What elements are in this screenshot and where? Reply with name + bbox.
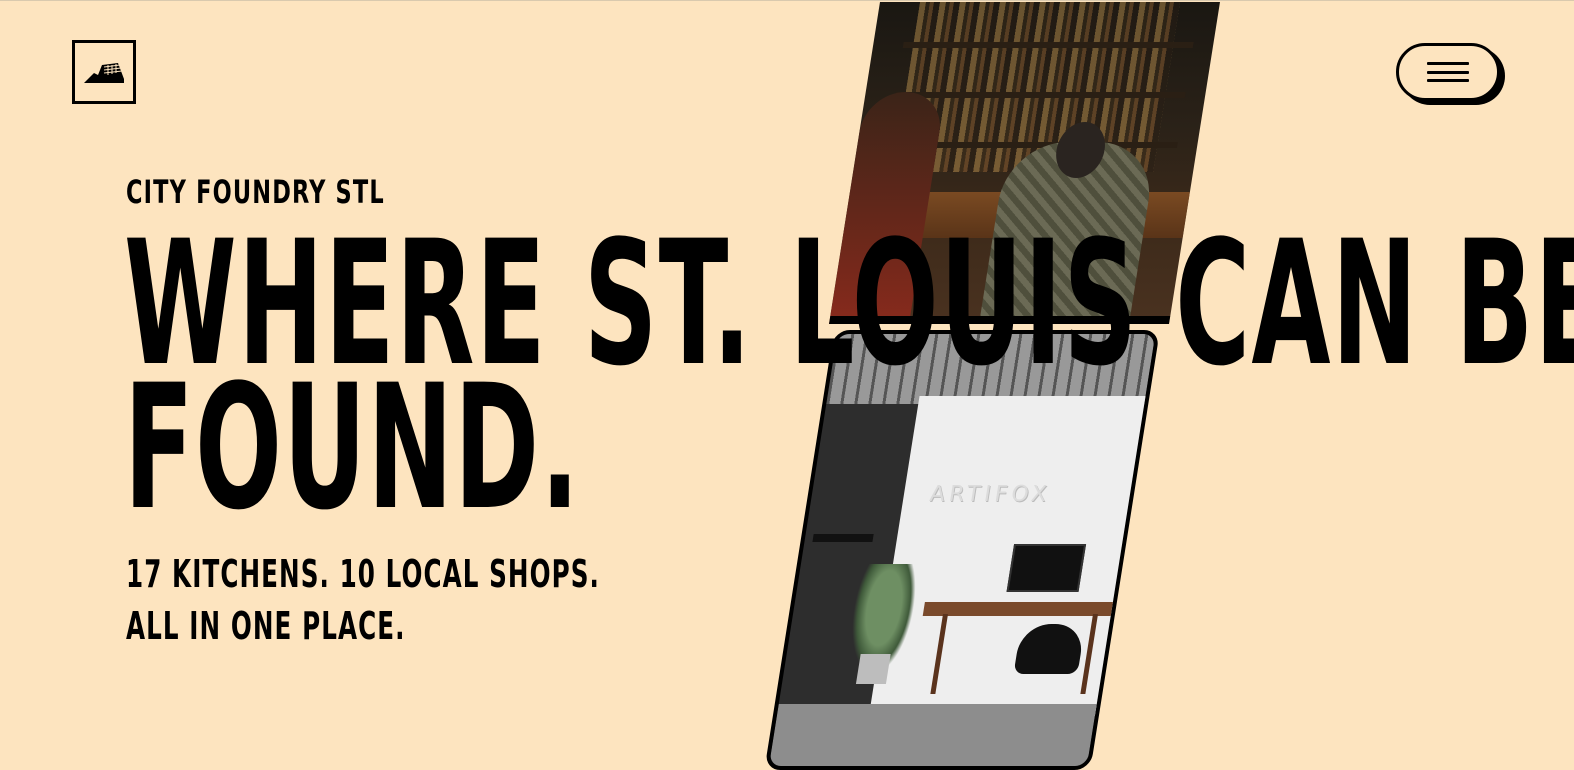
menu-button[interactable] [1396,43,1500,101]
hero-tagline-line-2: ALL IN ONE PLACE. [126,604,406,648]
hero-tagline: 17 KITCHENS. 10 LOCAL SHOPS. ALL IN ONE … [126,548,600,652]
hero-headline: WHERE ST. LOUIS CAN BE FOUND. [124,218,1574,534]
top-divider [0,0,1574,1]
foundry-building-icon [84,63,124,83]
hero-tagline-line-1: 17 KITCHENS. 10 LOCAL SHOPS. [126,552,600,596]
logo-home-link[interactable] [72,40,136,104]
hamburger-menu-icon [1427,62,1469,82]
